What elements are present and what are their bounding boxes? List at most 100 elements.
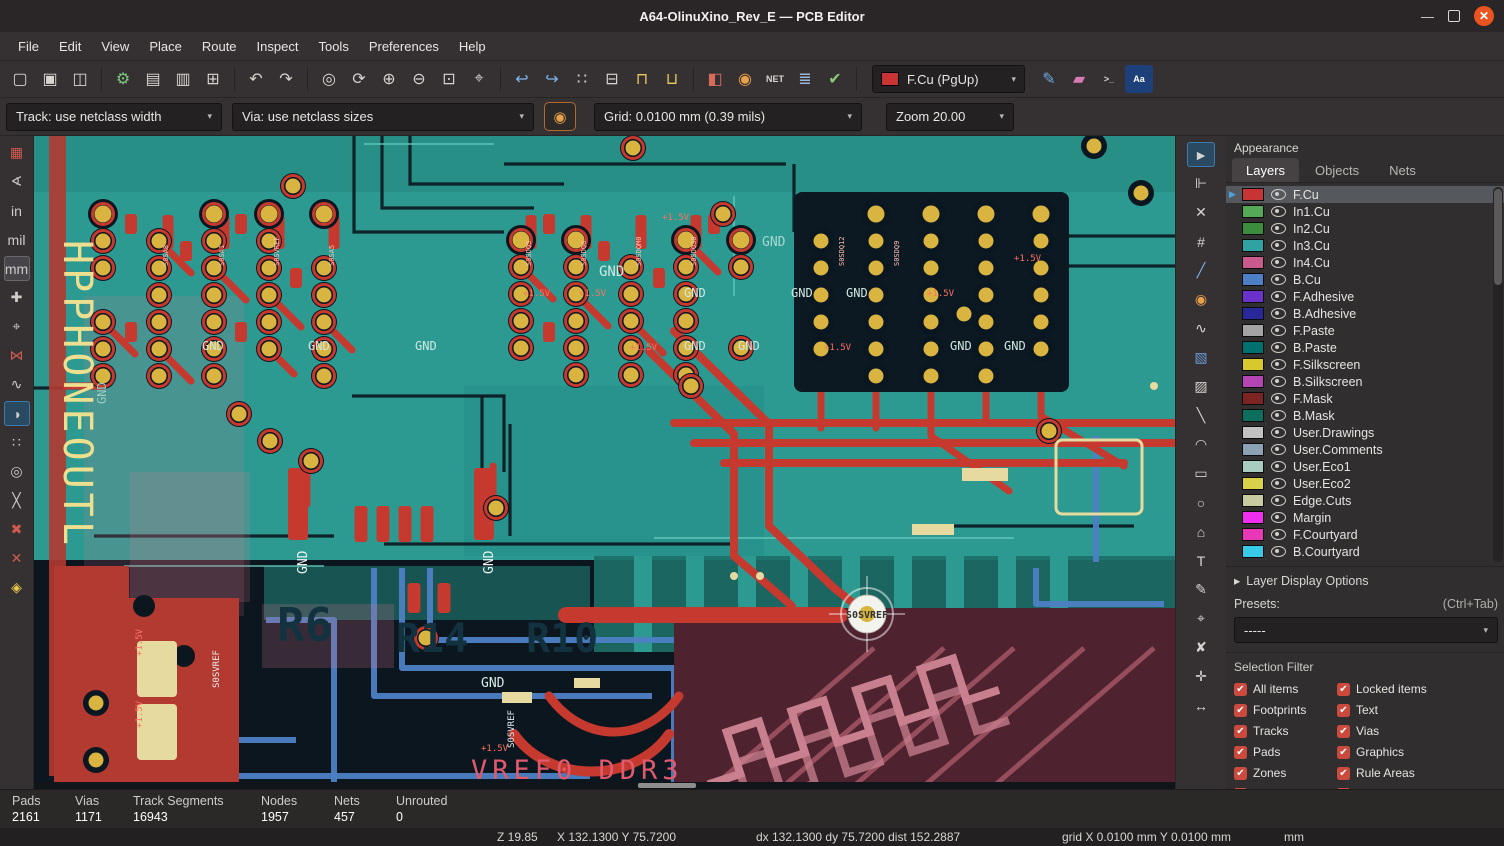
layer-row-f-mask[interactable]: F.Mask <box>1226 390 1504 407</box>
layer-color-swatch[interactable] <box>1242 460 1264 473</box>
units-mils-button[interactable]: mil <box>4 227 30 252</box>
filter-footprints[interactable]: ✔Footprints <box>1234 703 1337 717</box>
full-window-crosshair-button[interactable]: ⌖ <box>4 314 30 339</box>
layer-row-user-drawings[interactable]: User.Drawings <box>1226 424 1504 441</box>
filter-tracks[interactable]: ✔Tracks <box>1234 724 1337 738</box>
highlight-net-button[interactable]: NET <box>761 65 789 93</box>
layer-row-b-mask[interactable]: B.Mask <box>1226 407 1504 424</box>
save-board-button[interactable]: ◫ <box>66 65 94 93</box>
tab-layers[interactable]: Layers <box>1232 158 1299 182</box>
layer-color-swatch[interactable] <box>1242 256 1264 269</box>
footprint-editor-button[interactable]: ◧ <box>701 65 729 93</box>
canvas-hscrollbar[interactable] <box>34 782 1175 789</box>
layer-row-f-cu[interactable]: ▶F.Cu <box>1226 186 1504 203</box>
sketch-vias-button[interactable]: ◎ <box>4 459 30 484</box>
via-colors-button[interactable]: ◉ <box>731 65 759 93</box>
find-button[interactable]: ◎ <box>315 65 343 93</box>
visibility-eye-icon[interactable] <box>1271 291 1286 302</box>
filter-zones[interactable]: ✔Zones <box>1234 766 1337 780</box>
router-settings-button[interactable]: ◉ <box>544 102 576 131</box>
zoom-dropdown[interactable]: Zoom 20.00 ▾ <box>886 103 1014 131</box>
pcb-canvas[interactable]: GNDGNDGNDGNDGNDGNDGNDGNDGNDGNDGNDGNDGNDG… <box>34 136 1175 789</box>
grid-origin-button[interactable]: ✛ <box>1187 664 1215 689</box>
draw-rectangle-button[interactable]: ▭ <box>1187 461 1215 486</box>
titlebar[interactable]: A64-OlinuXino_Rev_E — PCB Editor — ✕ <box>0 0 1504 32</box>
visibility-eye-icon[interactable] <box>1271 240 1286 251</box>
zoom-fit-button[interactable]: ⊡ <box>435 65 463 93</box>
layer-color-swatch[interactable] <box>1242 545 1264 558</box>
menu-tools[interactable]: Tools <box>308 36 358 57</box>
visibility-eye-icon[interactable] <box>1271 478 1286 489</box>
select-tool-button[interactable]: ► <box>1187 142 1215 167</box>
layer-row-b-silkscreen[interactable]: B.Silkscreen <box>1226 373 1504 390</box>
plot-button[interactable]: ▥ <box>169 65 197 93</box>
layer-row-f-adhesive[interactable]: F.Adhesive <box>1226 288 1504 305</box>
place-via-button[interactable]: ◉ <box>1187 287 1215 312</box>
layer-color-swatch[interactable] <box>1242 409 1264 422</box>
active-layer-dropdown[interactable]: F.Cu (PgUp) ▾ <box>872 65 1025 93</box>
drc-check-button[interactable]: ✔ <box>821 65 849 93</box>
menu-view[interactable]: View <box>91 36 139 57</box>
zoom-out-button[interactable]: ⊖ <box>405 65 433 93</box>
visibility-eye-icon[interactable] <box>1271 223 1286 234</box>
visibility-eye-icon[interactable] <box>1271 342 1286 353</box>
visibility-eye-icon[interactable] <box>1271 308 1286 319</box>
checkbox-checked-icon[interactable]: ✔ <box>1234 725 1247 738</box>
menu-edit[interactable]: Edit <box>49 36 91 57</box>
layer-row-b-paste[interactable]: B.Paste <box>1226 339 1504 356</box>
text-variables-button[interactable]: Aa <box>1125 65 1153 93</box>
layer-row-in2-cu[interactable]: In2.Cu <box>1226 220 1504 237</box>
scripting-console-button[interactable]: >_ <box>1095 65 1123 93</box>
layer-color-swatch[interactable] <box>1242 477 1264 490</box>
filter-rule-areas[interactable]: ✔Rule Areas <box>1337 766 1498 780</box>
layer-row-user-eco1[interactable]: User.Eco1 <box>1226 458 1504 475</box>
draw-line-button[interactable]: ╲ <box>1187 403 1215 428</box>
layer-color-swatch[interactable] <box>1242 494 1264 507</box>
refresh-button[interactable]: ⟳ <box>345 65 373 93</box>
measure-tool-button[interactable]: ↔ <box>1187 693 1215 718</box>
visibility-eye-icon[interactable] <box>1271 189 1286 200</box>
net-inspector-button[interactable]: ≣ <box>791 65 819 93</box>
grid-dropdown[interactable]: Grid: 0.0100 mm (0.39 mils) ▾ <box>594 103 862 131</box>
visibility-eye-icon[interactable] <box>1271 444 1286 455</box>
appearance-manager-button[interactable]: ✎ <box>1035 65 1063 93</box>
close-button[interactable]: ✕ <box>1474 6 1494 26</box>
board-setup-button[interactable]: ⚙ <box>109 65 137 93</box>
visibility-eye-icon[interactable] <box>1271 206 1286 217</box>
visibility-eye-icon[interactable] <box>1271 529 1286 540</box>
visibility-eye-icon[interactable] <box>1271 274 1286 285</box>
layer-row-in3-cu[interactable]: In3.Cu <box>1226 237 1504 254</box>
layer-color-swatch[interactable] <box>1242 324 1264 337</box>
add-dimension-button[interactable]: ✎ <box>1187 577 1215 602</box>
layer-color-swatch[interactable] <box>1242 290 1264 303</box>
layer-list-scrollbar[interactable] <box>1493 187 1503 562</box>
visibility-eye-icon[interactable] <box>1271 495 1286 506</box>
menu-preferences[interactable]: Preferences <box>359 36 449 57</box>
layer-row-user-eco2[interactable]: User.Eco2 <box>1226 475 1504 492</box>
layer-presets-button[interactable]: ▰ <box>1065 65 1093 93</box>
lock-button[interactable]: ⊓ <box>628 65 656 93</box>
zoom-in-button[interactable]: ⊕ <box>375 65 403 93</box>
layer-row-margin[interactable]: Margin <box>1226 509 1504 526</box>
redo-view-button[interactable]: ↪ <box>538 65 566 93</box>
layer-row-b-adhesive[interactable]: B.Adhesive <box>1226 305 1504 322</box>
checkbox-checked-icon[interactable]: ✔ <box>1337 767 1350 780</box>
layer-color-swatch[interactable] <box>1242 511 1264 524</box>
layer-color-swatch[interactable] <box>1242 341 1264 354</box>
draw-zone-button[interactable]: ∿ <box>1187 316 1215 341</box>
select-area-button[interactable]: ∷ <box>568 65 596 93</box>
checkbox-checked-icon[interactable]: ✔ <box>1234 704 1247 717</box>
route-tracks-button[interactable]: ╱ <box>1187 258 1215 283</box>
drc-markers-button[interactable]: ✖ <box>4 517 30 542</box>
add-text-button[interactable]: T <box>1187 548 1215 573</box>
menu-file[interactable]: File <box>8 36 49 57</box>
layer-row-b-courtyard[interactable]: B.Courtyard <box>1226 543 1504 560</box>
layer-color-swatch[interactable] <box>1242 273 1264 286</box>
layer-row-f-courtyard[interactable]: F.Courtyard <box>1226 526 1504 543</box>
highlight-net-tool-button[interactable]: ✕ <box>1187 200 1215 225</box>
layer-row-f-paste[interactable]: F.Paste <box>1226 322 1504 339</box>
curved-ratsnest-button[interactable]: ∿ <box>4 372 30 397</box>
open-board-button[interactable]: ▣ <box>36 65 64 93</box>
redo-button[interactable]: ↷ <box>272 65 300 93</box>
menu-inspect[interactable]: Inspect <box>247 36 309 57</box>
